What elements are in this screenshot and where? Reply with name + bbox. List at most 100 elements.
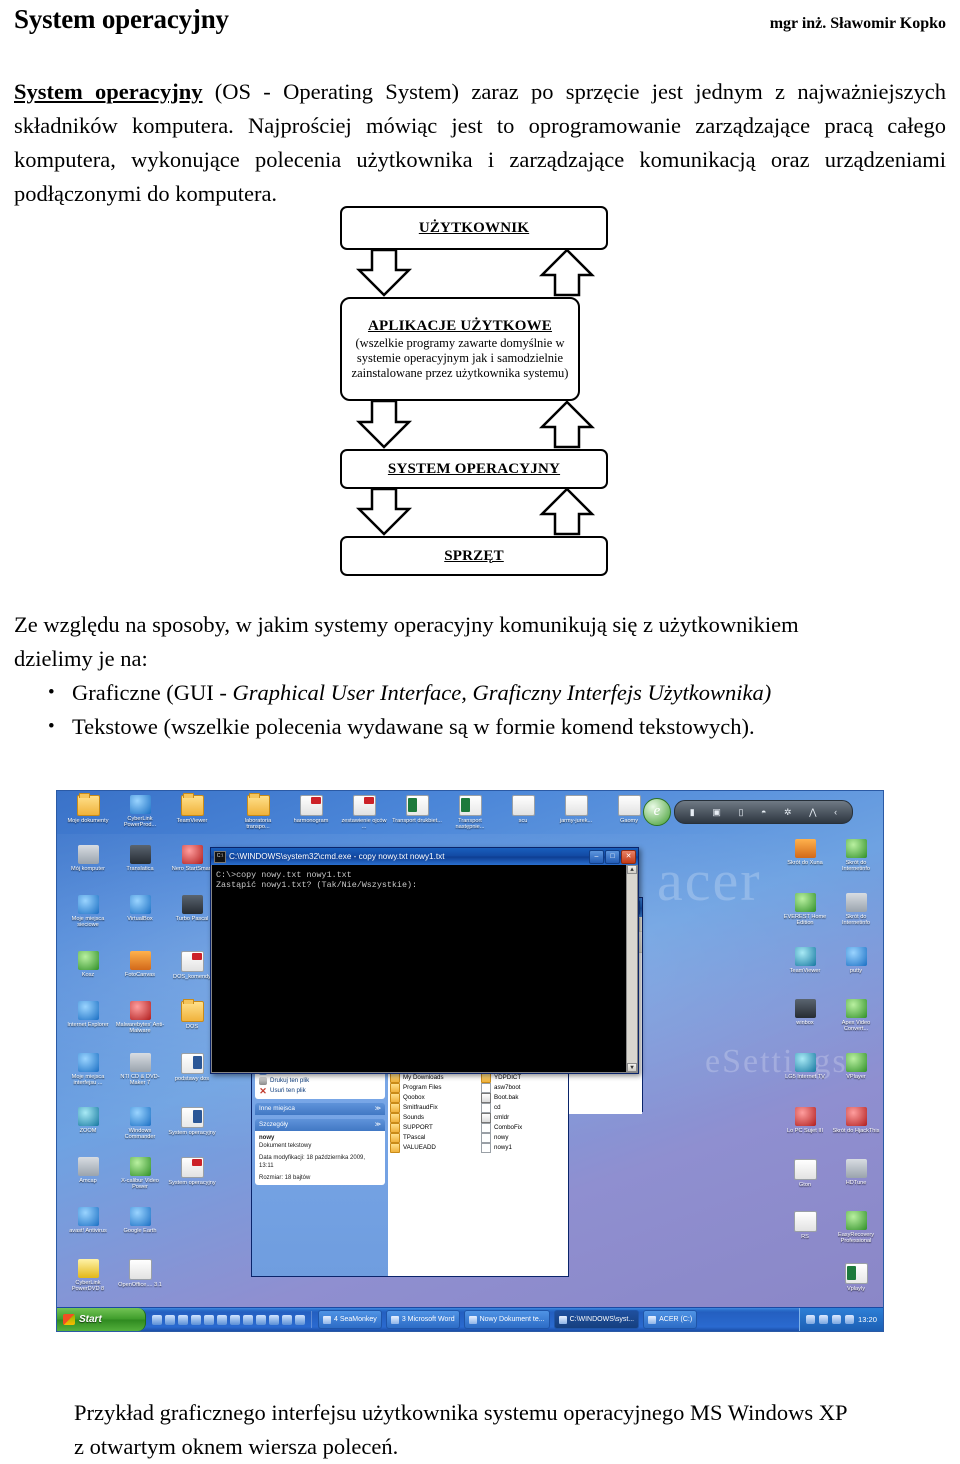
desktop-icon[interactable]: Gaomy bbox=[604, 795, 654, 824]
list-item[interactable]: nowy bbox=[481, 1133, 566, 1143]
list-item[interactable]: Program Files bbox=[390, 1083, 475, 1093]
list-item[interactable]: Boot.bak bbox=[481, 1093, 566, 1103]
volume-icon[interactable] bbox=[805, 1315, 815, 1324]
desktop-icon[interactable]: CyberLink PowerDVD 8 bbox=[63, 1259, 113, 1293]
desktop-icon[interactable]: Lo PC Sujet III bbox=[780, 1107, 830, 1134]
desktop-icon[interactable]: Moje miejsca interfejsu ... bbox=[63, 1053, 113, 1087]
desktop-icon[interactable]: TeamViewer bbox=[167, 793, 217, 824]
opera-icon[interactable] bbox=[165, 1314, 175, 1325]
taskbar[interactable]: Start 4 SeaMonkey 3 Microsoft Word Nowy … bbox=[57, 1307, 883, 1331]
launcher-tray[interactable]: ▮ ▣ ▯ ◓ ✲ ⋀ ‹ bbox=[674, 800, 853, 824]
scroll-up-arrow-icon[interactable]: ▲ bbox=[627, 865, 637, 874]
task-delete[interactable]: ✕ Usuń ten plik bbox=[257, 1086, 383, 1096]
other-places-panel-header[interactable]: Inne miejsca ≫ bbox=[255, 1103, 385, 1115]
desktop-icon[interactable]: FotoCanvas bbox=[115, 951, 165, 978]
vertical-scrollbar[interactable]: ▲ ▼ bbox=[626, 865, 637, 1072]
shield-icon[interactable] bbox=[831, 1315, 841, 1324]
desktop-icon[interactable]: ZOOM bbox=[63, 1107, 113, 1134]
desktop-icon[interactable]: Skrót do Xuna bbox=[780, 839, 830, 866]
explorer-window-files[interactable]: Opublikuj ten plik w sieci Web Wyślij te… bbox=[251, 1049, 569, 1277]
notepad-icon[interactable] bbox=[191, 1314, 201, 1325]
bulb-icon[interactable]: ▯ bbox=[738, 807, 743, 817]
chart-icon[interactable]: ⋀ bbox=[809, 807, 816, 817]
desktop-icon[interactable]: X-calibur Video Power bbox=[115, 1157, 165, 1191]
window-controls[interactable]: – □ ✕ bbox=[589, 849, 636, 864]
maximize-button[interactable]: □ bbox=[605, 849, 620, 864]
taskbar-button-seamonkey[interactable]: 4 SeaMonkey bbox=[318, 1310, 382, 1329]
list-item[interactable]: Sounds bbox=[390, 1113, 475, 1123]
desktop-icon[interactable]: Malwarebytes' Anti-Malware bbox=[115, 1001, 165, 1035]
start-button[interactable]: Start bbox=[57, 1308, 146, 1331]
desktop-icon[interactable]: CyberLink PowerProd... bbox=[115, 795, 165, 829]
list-item[interactable]: TPascal bbox=[390, 1133, 475, 1143]
desktop-icon[interactable]: Transport następnie... bbox=[445, 795, 495, 831]
desktop-icon[interactable]: harmonogram bbox=[286, 795, 336, 824]
forward-icon[interactable] bbox=[230, 1314, 240, 1325]
desktop-icon[interactable]: EVEREST Home Edition bbox=[780, 893, 830, 927]
desktop-icon[interactable]: TeamViewer bbox=[780, 947, 830, 974]
quick-launch-bar[interactable] bbox=[146, 1311, 312, 1328]
list-item[interactable]: SUPPORT bbox=[390, 1123, 475, 1133]
taskbar-button-acer-drive[interactable]: ACER (C:) bbox=[643, 1310, 698, 1329]
command-prompt-window[interactable]: C:\ C:\WINDOWS\system32\cmd.exe - copy n… bbox=[210, 847, 639, 1074]
taskbar-button-notepad[interactable]: Nowy Dokument te... bbox=[463, 1310, 550, 1329]
desktop-icon[interactable]: Moje miejsca sieciowe bbox=[63, 895, 113, 929]
desktop-icon[interactable]: Skrót do Internetinfo bbox=[831, 893, 881, 927]
user-icon[interactable] bbox=[256, 1314, 266, 1325]
desktop-icon[interactable]: winbox bbox=[780, 999, 830, 1026]
desktop-icon[interactable]: putty bbox=[831, 947, 881, 974]
desktop-icon[interactable]: jarmy-jurek... bbox=[551, 795, 601, 824]
details-panel-header[interactable]: Szczegóły ≫ bbox=[255, 1119, 385, 1131]
desktop-icon[interactable]: Moje dokumenty bbox=[63, 793, 113, 824]
desktop-icon[interactable]: Transport drukbiet... bbox=[392, 795, 442, 824]
camera-icon[interactable]: ▣ bbox=[712, 807, 721, 817]
collapse-chevron-icon[interactable]: ≫ bbox=[375, 1120, 381, 1130]
chevron-left-icon[interactable]: ‹ bbox=[834, 807, 837, 817]
lock-icon[interactable] bbox=[217, 1314, 227, 1325]
desktop-icon[interactable]: HDTune bbox=[831, 1159, 881, 1186]
desktop-icon[interactable]: avast! Antivirus bbox=[63, 1207, 113, 1234]
battery-icon[interactable]: ▮ bbox=[690, 807, 695, 817]
list-item[interactable]: YDPDICT bbox=[481, 1073, 566, 1083]
list-item[interactable]: Qoobox bbox=[390, 1093, 475, 1103]
list-item[interactable]: asw7boot bbox=[481, 1083, 566, 1093]
minimize-button[interactable]: – bbox=[589, 849, 604, 864]
gear-icon[interactable]: ✲ bbox=[784, 807, 792, 817]
scroll-down-arrow-icon[interactable]: ▼ bbox=[627, 1063, 637, 1072]
list-item[interactable]: cd bbox=[481, 1103, 566, 1113]
desktop-icon[interactable]: Google Earth bbox=[115, 1207, 165, 1234]
desktop-icon[interactable]: scu bbox=[498, 795, 548, 824]
desktop-icon[interactable]: Kosz bbox=[63, 951, 113, 978]
taskbar-button-cmd[interactable]: C:\WINDOWS\syst... bbox=[553, 1310, 640, 1329]
desktop-icon[interactable]: Apex Video Convert... bbox=[831, 999, 881, 1033]
list-item[interactable]: VALUEADD bbox=[390, 1143, 475, 1153]
desktop-icon[interactable]: Amcap bbox=[63, 1157, 113, 1184]
media-icon[interactable] bbox=[282, 1314, 292, 1325]
desktop-icon[interactable]: NTI CD & DVD-Maker 7 bbox=[115, 1053, 165, 1087]
list-item[interactable]: nowy1 bbox=[481, 1143, 566, 1153]
desktop-icon[interactable]: Gton bbox=[780, 1159, 830, 1188]
task-print[interactable]: Drukuj ten plik bbox=[257, 1076, 383, 1086]
back-icon[interactable] bbox=[243, 1314, 253, 1325]
console-output[interactable]: C:\>copy nowy.txt nowy1.txt Zastąpić now… bbox=[211, 865, 638, 1073]
list-item[interactable]: SmitfraudFix bbox=[390, 1103, 475, 1113]
desktop-icon[interactable]: Mój komputer bbox=[63, 845, 113, 872]
close-button[interactable]: ✕ bbox=[621, 849, 636, 864]
desktop-icon[interactable] bbox=[204, 1314, 214, 1325]
avast-icon[interactable] bbox=[269, 1314, 279, 1325]
window-titlebar[interactable]: C:\ C:\WINDOWS\system32\cmd.exe - copy n… bbox=[211, 848, 638, 865]
system-tray[interactable]: 13:20 bbox=[798, 1308, 883, 1331]
desktop-icon[interactable]: OpenOffice.... 3.1 bbox=[115, 1259, 165, 1288]
desktop-icon[interactable]: VirtualBox bbox=[115, 895, 165, 922]
desktop-icon[interactable]: Skrót do HjackThis bbox=[831, 1107, 881, 1134]
battery-icon[interactable] bbox=[844, 1315, 854, 1324]
list-item[interactable]: ComboFix bbox=[481, 1123, 566, 1133]
list-item[interactable]: cmldr bbox=[481, 1113, 566, 1123]
desktop-icon[interactable]: Internet Explorer bbox=[63, 1001, 113, 1028]
taskbar-window-buttons[interactable]: 4 SeaMonkey 3 Microsoft Word Nowy Dokume… bbox=[312, 1310, 799, 1329]
clock[interactable]: 13:20 bbox=[858, 1315, 877, 1324]
desktop-icon[interactable]: Vplayly bbox=[831, 1263, 881, 1292]
desktop-icon[interactable]: System operacyjny bbox=[167, 1157, 217, 1186]
shield-icon[interactable]: ◓ bbox=[761, 807, 766, 817]
collapse-chevron-icon[interactable]: ≫ bbox=[375, 1104, 381, 1114]
